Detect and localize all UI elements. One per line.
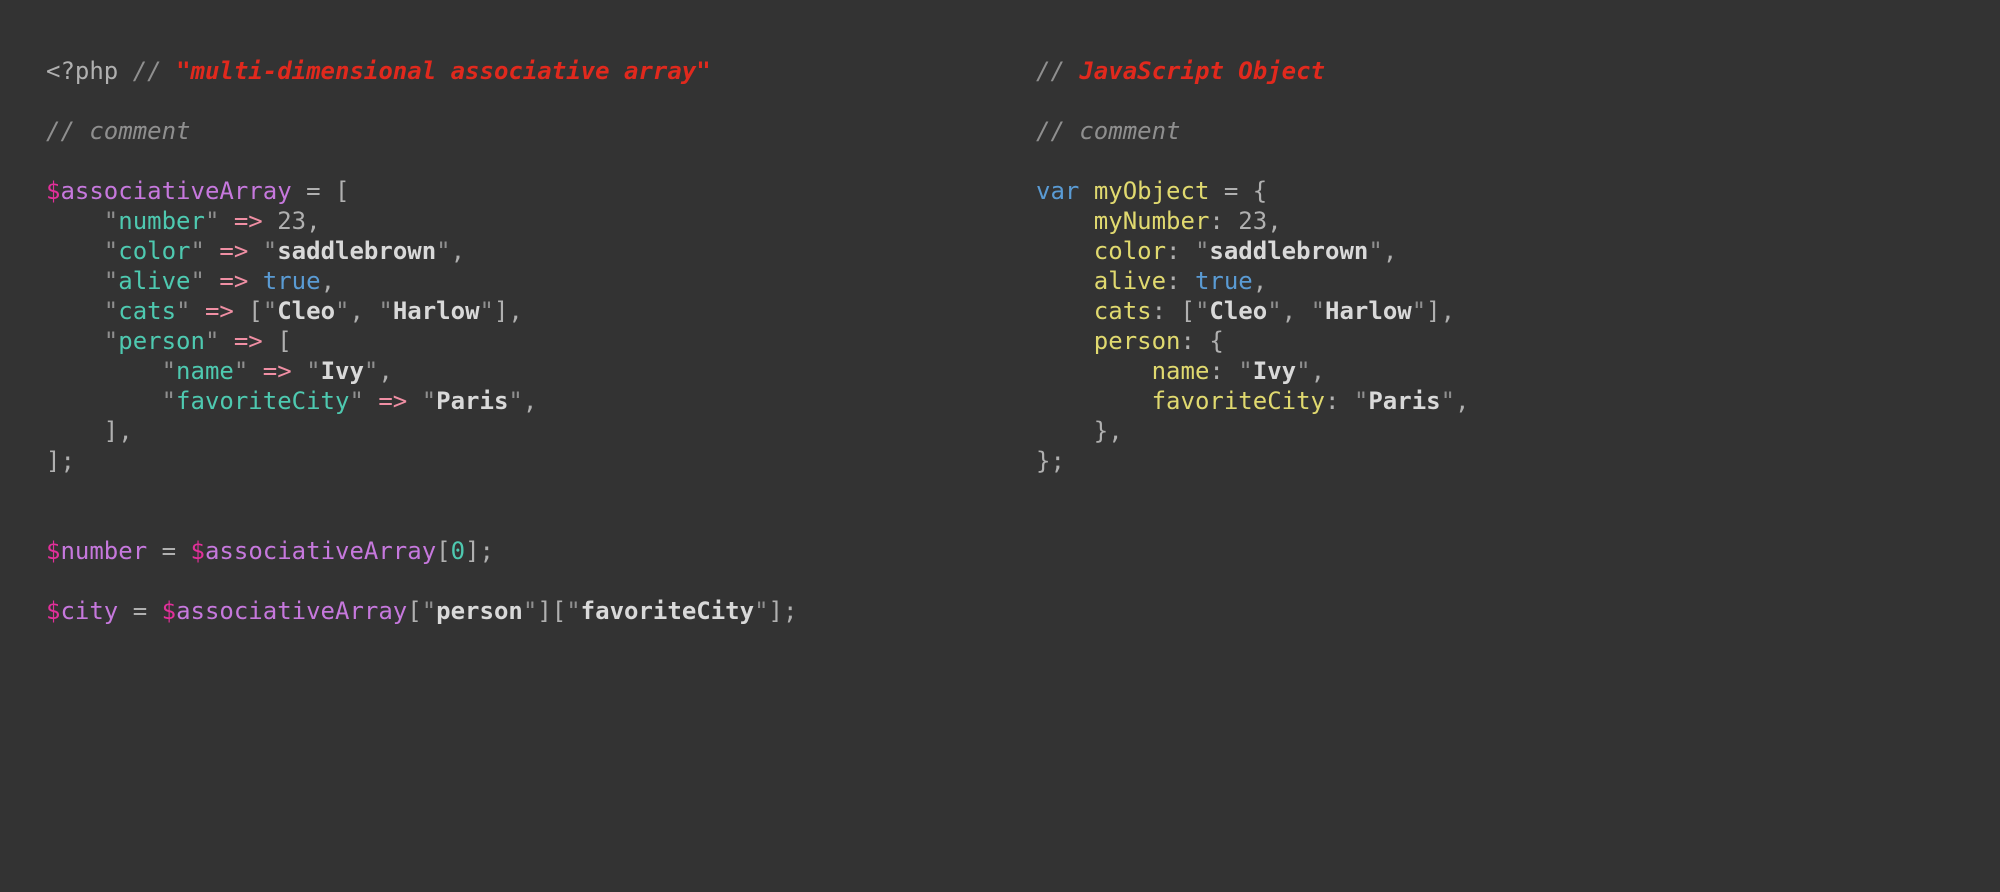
- php-number-var: number: [60, 537, 147, 565]
- php-array-var: associativeArray: [60, 177, 291, 205]
- php-city-var: city: [60, 597, 118, 625]
- code-comparison: <?php // "multi-dimensional associative …: [0, 0, 2000, 892]
- js-title-comment: JavaScript Object: [1079, 57, 1325, 85]
- js-object-name: myObject: [1094, 177, 1210, 205]
- php-code-block: <?php // "multi-dimensional associative …: [46, 56, 1036, 836]
- js-code-block: // JavaScript Object // comment var myOb…: [1036, 56, 1954, 836]
- php-open-tag: <?php: [46, 57, 118, 85]
- js-comment: //: [1036, 117, 1079, 145]
- php-title-comment: "multi-dimensional associative array": [176, 57, 711, 85]
- php-comment: //: [46, 117, 89, 145]
